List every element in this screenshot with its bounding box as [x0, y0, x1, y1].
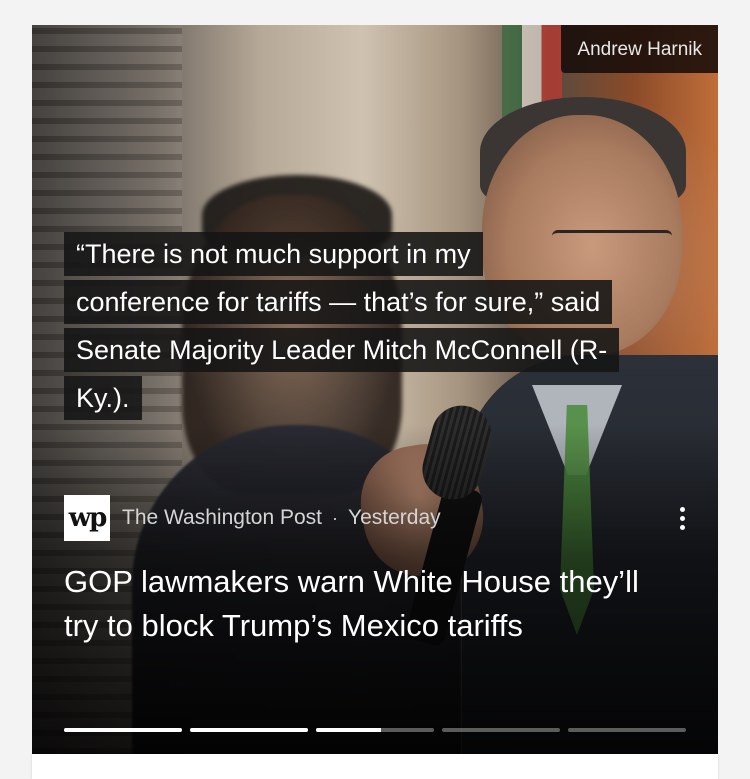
publisher-name: The Washington Post — [122, 506, 322, 529]
progress-segment — [64, 728, 182, 732]
progress-fill — [190, 728, 308, 732]
more-dot — [679, 515, 685, 521]
progress-segment — [190, 728, 308, 732]
source-row: wp The Washington Post · Yesterday — [64, 495, 694, 541]
more-dot — [679, 524, 685, 530]
story-quote: “There is not much support in my conferen… — [64, 230, 704, 422]
progress-segment — [316, 728, 434, 732]
progress-fill — [316, 728, 381, 732]
quote-text: “There is not much support in my conferen… — [64, 232, 620, 420]
quote-line: “There is not much support in my — [76, 239, 471, 269]
page: Andrew Harnik “There is not much support… — [0, 0, 750, 779]
story-headline[interactable]: GOP lawmakers warn White House they’ll t… — [64, 560, 674, 648]
photo-credit: Andrew Harnik — [561, 25, 718, 73]
publish-time: Yesterday — [348, 506, 441, 529]
story-progress — [64, 728, 686, 732]
progress-fill — [64, 728, 182, 732]
progress-segment — [442, 728, 560, 732]
more-dot — [679, 506, 685, 512]
progress-segment — [568, 728, 686, 732]
publisher-logo: wp — [64, 495, 110, 541]
more-vert-icon[interactable] — [670, 495, 694, 541]
quote-line: Senate Majority Leader Mitch McConnell (… — [76, 335, 608, 365]
quote-line: Ky.). — [76, 383, 130, 413]
next-card-edge — [32, 754, 718, 779]
separator-dot: · — [332, 507, 338, 528]
story-card[interactable]: Andrew Harnik “There is not much support… — [32, 25, 718, 754]
quote-line: conference for tariffs — that’s for sure… — [76, 287, 601, 317]
